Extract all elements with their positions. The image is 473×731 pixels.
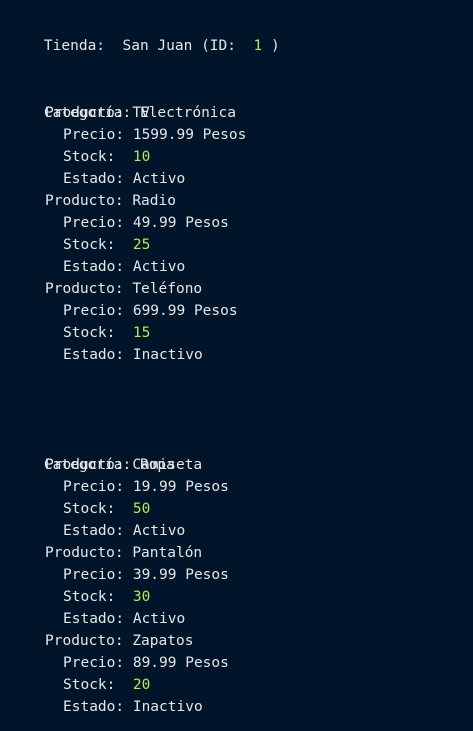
product-line: Producto: Camiseta xyxy=(45,454,202,476)
status-value: Activo xyxy=(132,171,186,187)
product-name: Camiseta xyxy=(132,457,203,473)
price-line: Precio: 699.99 Pesos xyxy=(63,300,238,322)
status-value: Activo xyxy=(132,523,186,539)
status-label: Estado: xyxy=(63,171,125,187)
price-line: Precio: 19.99 Pesos xyxy=(63,476,229,498)
price-label: Precio: xyxy=(63,127,125,143)
product-name: TV xyxy=(132,105,150,121)
product-label: Producto: xyxy=(45,633,124,649)
stock-value: 10 xyxy=(132,149,151,165)
product-label: Producto: xyxy=(45,105,124,121)
product-name: Zapatos xyxy=(132,633,194,649)
store-id-suffix: ) xyxy=(270,38,280,54)
price-value: 699.99 Pesos xyxy=(132,303,238,319)
price-label: Precio: xyxy=(63,303,125,319)
price-value: 1599.99 Pesos xyxy=(132,127,247,143)
stock-value: 25 xyxy=(132,237,151,253)
stock-line: Stock: 30 xyxy=(63,586,150,608)
stock-value: 30 xyxy=(132,589,151,605)
status-line: Estado: Activo xyxy=(63,608,185,630)
product-name: Pantalón xyxy=(132,545,203,561)
product-name: Teléfono xyxy=(132,281,203,297)
stock-line: Stock: 20 xyxy=(63,674,150,696)
product-line: Producto: Teléfono xyxy=(45,278,202,300)
price-value: 39.99 Pesos xyxy=(132,567,229,583)
product-line: Producto: Pantalón xyxy=(45,542,202,564)
status-line: Estado: Activo xyxy=(63,520,185,542)
product-line: Producto: Radio xyxy=(45,190,176,212)
status-label: Estado: xyxy=(63,523,125,539)
price-line: Precio: 89.99 Pesos xyxy=(63,652,229,674)
stock-line: Stock: 50 xyxy=(63,498,150,520)
category-line: Categoría: Electrónica xyxy=(9,80,236,121)
stock-label: Stock: xyxy=(63,149,116,165)
status-value: Activo xyxy=(132,259,186,275)
store-id-prefix: (ID: xyxy=(201,38,236,54)
price-label: Precio: xyxy=(63,655,125,671)
price-line: Precio: 39.99 Pesos xyxy=(63,564,229,586)
console-output: Tienda: San Juan (ID: 1 ) Categoría: Ele… xyxy=(0,0,473,731)
stock-label: Stock: xyxy=(63,677,116,693)
price-value: 89.99 Pesos xyxy=(132,655,229,671)
status-value: Inactivo xyxy=(132,347,203,363)
store-id: 1 xyxy=(253,38,263,54)
store-line: Tienda: San Juan (ID: 1 ) xyxy=(9,13,280,54)
product-name: Radio xyxy=(132,193,176,209)
stock-line: Stock: 25 xyxy=(63,234,150,256)
product-line: Producto: Zapatos xyxy=(45,630,193,652)
status-label: Estado: xyxy=(63,347,125,363)
product-label: Producto: xyxy=(45,545,124,561)
status-value: Activo xyxy=(132,611,186,627)
status-line: Estado: Activo xyxy=(63,168,185,190)
product-label: Producto: xyxy=(45,457,124,473)
status-line: Estado: Inactivo xyxy=(63,696,203,718)
stock-label: Stock: xyxy=(63,237,116,253)
category-line: Categoría: Ropa xyxy=(9,432,175,473)
store-label: Tienda: xyxy=(43,38,106,54)
price-value: 19.99 Pesos xyxy=(132,479,229,495)
stock-label: Stock: xyxy=(63,501,116,517)
price-line: Precio: 1599.99 Pesos xyxy=(63,124,246,146)
stock-label: Stock: xyxy=(63,325,116,341)
status-label: Estado: xyxy=(63,611,125,627)
product-line: Producto: TV xyxy=(45,102,150,124)
price-label: Precio: xyxy=(63,479,125,495)
stock-value: 15 xyxy=(132,325,151,341)
price-label: Precio: xyxy=(63,567,125,583)
stock-line: Stock: 10 xyxy=(63,146,150,168)
status-line: Estado: Inactivo xyxy=(63,344,203,366)
price-value: 49.99 Pesos xyxy=(132,215,229,231)
stock-line: Stock: 15 xyxy=(63,322,150,344)
status-label: Estado: xyxy=(63,699,125,715)
stock-value: 20 xyxy=(132,677,151,693)
status-value: Inactivo xyxy=(132,699,203,715)
store-name: San Juan xyxy=(122,38,193,54)
price-label: Precio: xyxy=(63,215,125,231)
product-label: Producto: xyxy=(45,281,124,297)
stock-value: 50 xyxy=(132,501,151,517)
product-label: Producto: xyxy=(45,193,124,209)
status-label: Estado: xyxy=(63,259,125,275)
category-name: Electrónica xyxy=(139,105,236,121)
price-line: Precio: 49.99 Pesos xyxy=(63,212,229,234)
status-line: Estado: Activo xyxy=(63,256,185,278)
stock-label: Stock: xyxy=(63,589,116,605)
